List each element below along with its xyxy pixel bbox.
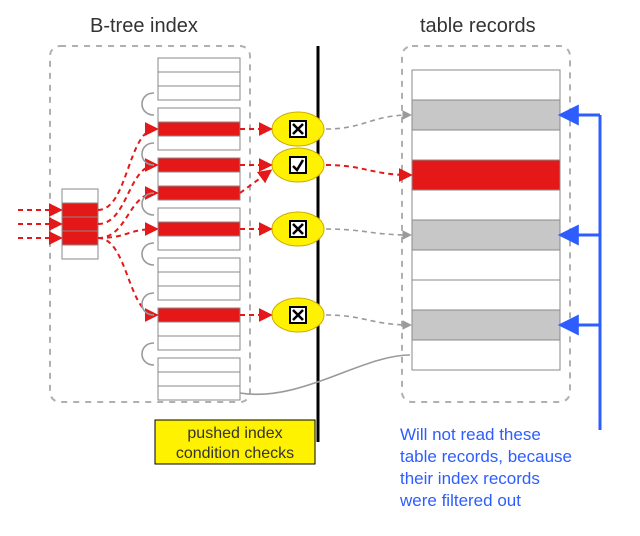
leaf-link: [142, 243, 154, 265]
btree-root-row: [62, 217, 98, 231]
table-records-title: table records: [420, 15, 536, 37]
pushed-index-label: pushed index condition checks: [155, 420, 315, 464]
btree-leaf-row: [158, 322, 240, 336]
btree-leaf-row: [158, 236, 240, 250]
table-row: [412, 280, 560, 310]
btree-leaf-row: [158, 58, 240, 72]
table-row: [412, 340, 560, 370]
table-row: [412, 100, 560, 130]
check-to-table-read: [326, 165, 410, 175]
table-row: [412, 220, 560, 250]
btree-leaf-row: [158, 86, 240, 100]
btree-leaf-row: [158, 186, 240, 200]
condition-checks: [272, 112, 324, 332]
btree-leaf-row: [158, 108, 240, 122]
btree-root: [62, 189, 98, 259]
btree-leaf-row: [158, 158, 240, 172]
btree-root-row: [62, 245, 98, 259]
leaf-link: [142, 343, 154, 365]
svg-text:their index records: their index records: [400, 469, 540, 488]
btree-leaf-row: [158, 172, 240, 186]
btree-root-row: [62, 203, 98, 217]
svg-text:were filtered out: were filtered out: [399, 491, 521, 510]
svg-text:condition checks: condition checks: [176, 445, 294, 462]
check-to-table-skip: [326, 115, 410, 129]
btree-leaves: [158, 58, 240, 400]
btree-leaf-row: [158, 208, 240, 222]
btree-root-row: [62, 231, 98, 245]
root-to-leaf-arrow: [98, 193, 156, 238]
table-rows: [412, 70, 560, 370]
root-to-leaf-arrow: [98, 238, 156, 315]
btree-root-row: [62, 189, 98, 203]
table-row: [412, 310, 560, 340]
btree-leaf-row: [158, 136, 240, 150]
btree-leaf-row: [158, 272, 240, 286]
annotation: Will not read these table records, becau…: [399, 425, 572, 510]
btree-leaf-row: [158, 222, 240, 236]
leaf-link: [142, 93, 154, 115]
table-row: [412, 250, 560, 280]
diagram: B-tree index table records pushed index …: [0, 0, 640, 536]
btree-leaf-row: [158, 336, 240, 350]
leaf-to-table-grey: [240, 355, 410, 394]
table-row: [412, 190, 560, 220]
leaf-link: [142, 143, 154, 165]
svg-text:pushed index: pushed index: [187, 425, 282, 442]
table-row: [412, 70, 560, 100]
svg-text:table records, because: table records, because: [400, 447, 572, 466]
btree-leaf-row: [158, 122, 240, 136]
check-to-table-skip: [326, 229, 410, 235]
btree-leaf-row: [158, 258, 240, 272]
btree-title: B-tree index: [90, 15, 198, 37]
root-to-leaf-arrow: [98, 229, 156, 238]
leaf-to-check-arrow: [240, 171, 270, 193]
svg-text:Will not read these: Will not read these: [400, 425, 541, 444]
btree-leaf-row: [158, 386, 240, 400]
btree-leaf-row: [158, 372, 240, 386]
btree-leaf-row: [158, 308, 240, 322]
check-to-table-skip: [326, 315, 410, 325]
table-row: [412, 130, 560, 160]
btree-leaf-row: [158, 72, 240, 86]
btree-leaf-row: [158, 286, 240, 300]
table-row: [412, 160, 560, 190]
btree-leaf-row: [158, 358, 240, 372]
